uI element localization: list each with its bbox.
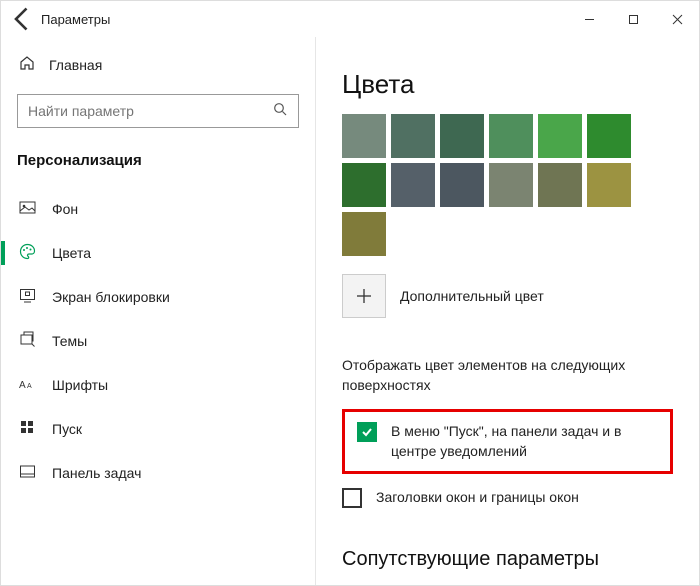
palette-icon [19,243,36,263]
minimize-button[interactable] [567,1,611,37]
picture-icon [19,199,36,219]
color-swatch[interactable] [587,163,631,207]
surfaces-heading: Отображать цвет элементов на следующих п… [342,356,673,395]
window-title: Параметры [41,12,110,27]
nav-label: Фон [52,201,78,217]
sidebar-item-start[interactable]: Пуск [17,407,299,451]
nav-label: Цвета [52,245,91,261]
add-color-button[interactable] [342,274,386,318]
opt2-label: Заголовки окон и границы окон [376,488,579,508]
nav-label: Темы [52,333,87,349]
color-swatch[interactable] [587,114,631,158]
lockscreen-icon [19,287,36,307]
highlight-box: В меню "Пуск", на панели задач и в центр… [342,409,673,474]
fonts-icon: AA [19,375,36,395]
close-button[interactable] [655,1,699,37]
search-icon [273,102,288,120]
themes-icon [19,331,36,351]
color-swatch[interactable] [391,114,435,158]
sidebar-heading: Персонализация [17,152,299,169]
sidebar-item-fonts[interactable]: AA Шрифты [17,363,299,407]
start-icon [19,419,36,439]
sidebar-item-background[interactable]: Фон [17,187,299,231]
home-icon [19,55,35,74]
color-swatch[interactable] [538,163,582,207]
home-link[interactable]: Главная [19,55,299,74]
taskbar-icon [19,463,36,483]
sidebar-item-lockscreen[interactable]: Экран блокировки [17,275,299,319]
sidebar-item-taskbar[interactable]: Панель задач [17,451,299,495]
content-pane: Цвета Дополнительный цвет Отображать цве… [316,37,699,585]
search-input-wrap[interactable] [17,94,299,128]
nav-label: Шрифты [52,377,108,393]
color-swatch[interactable] [538,114,582,158]
nav-label: Экран блокировки [52,289,170,305]
svg-text:A: A [27,383,32,390]
related-heading: Сопутствующие параметры [342,548,673,571]
color-swatch[interactable] [391,163,435,207]
color-swatch[interactable] [342,163,386,207]
color-swatch[interactable] [489,114,533,158]
back-button[interactable] [9,5,37,33]
color-swatch[interactable] [342,212,386,256]
page-title: Цвета [342,69,673,100]
nav-label: Пуск [52,421,82,437]
sidebar-item-colors[interactable]: Цвета [17,231,299,275]
checkbox-start-taskbar[interactable] [357,422,377,442]
maximize-button[interactable] [611,1,655,37]
add-color-label: Дополнительный цвет [400,288,544,304]
search-input[interactable] [28,103,273,119]
titlebar: Параметры [1,1,699,37]
color-swatch[interactable] [489,163,533,207]
checkbox-titlebars[interactable] [342,488,362,508]
color-swatches [342,114,642,256]
nav-label: Панель задач [52,465,141,481]
opt1-label: В меню "Пуск", на панели задач и в центр… [391,422,658,461]
svg-text:A: A [19,380,26,391]
color-swatch[interactable] [440,114,484,158]
home-label: Главная [49,57,102,73]
color-swatch[interactable] [440,163,484,207]
sidebar-item-themes[interactable]: Темы [17,319,299,363]
sidebar: Главная Персонализация Фон Цвета Экран б… [1,37,316,585]
color-swatch[interactable] [342,114,386,158]
